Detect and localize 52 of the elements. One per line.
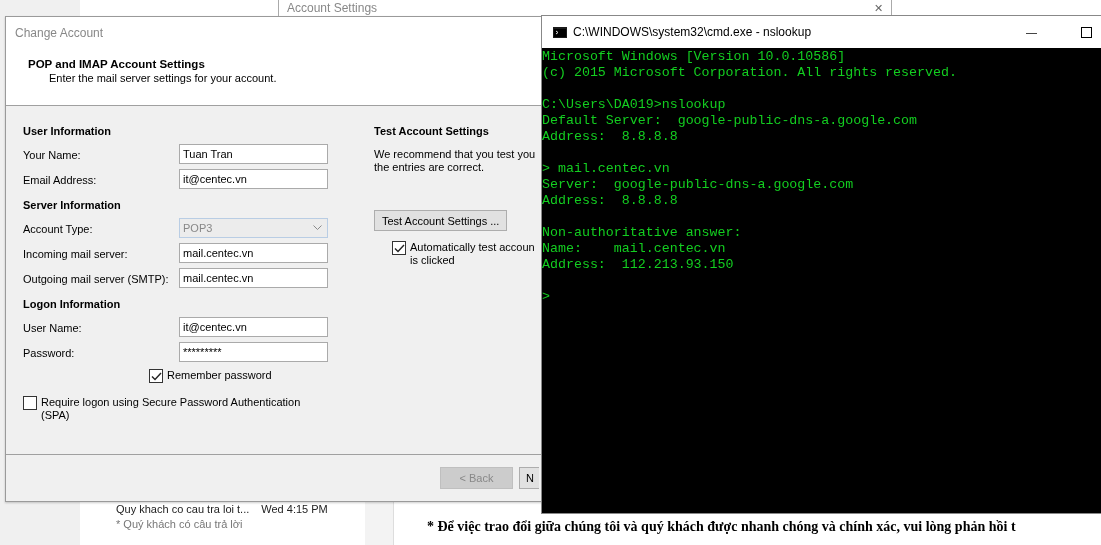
field-label: Your Name: (23, 148, 82, 161)
message-body-text: * Để việc trao đổi giữa chúng tôi và quý khách được nhanh chóng và chính xác, vui lòng phản hồi t (427, 519, 1016, 535)
console-line: Name: mail.centec.vn (542, 241, 727, 257)
checkbox-label: Require logon using Secure Password Authentication (SPA) (41, 396, 302, 422)
input-field[interactable]: Tuan Tran (179, 144, 328, 164)
checkbox[interactable] (23, 396, 37, 410)
field-label: Password: (23, 346, 76, 359)
console-line: (c) 2015 Microsoft Corporation. All rights reserved. (542, 65, 958, 81)
console-icon (553, 26, 567, 38)
test-description: We recommend that you test you the entries are correct. (374, 148, 536, 174)
minimize-button[interactable]: — (1026, 26, 1037, 38)
dialog-button[interactable]: N (519, 467, 539, 489)
section-heading: Logon Information (23, 297, 122, 312)
checkbox[interactable] (149, 369, 163, 383)
field-label: Account Type: (23, 222, 94, 235)
input-field[interactable]: it@centec.vn (179, 169, 328, 189)
console-line: > mail.centec.vn (542, 161, 671, 177)
mail-time: Wed 4:15 PM (261, 503, 328, 515)
console-line: Address: 112.213.93.150 (542, 257, 735, 273)
input-field[interactable]: mail.centec.vn (179, 268, 328, 288)
console-line: Default Server: google-public-dns-a.google.com (542, 113, 919, 129)
window-title: Change Account (15, 26, 104, 40)
field-label: Outgoing mail server (SMTP): (23, 272, 170, 285)
mail-preview: * Quý khách có câu trả lời (116, 518, 244, 530)
field-label: Incoming mail server: (23, 247, 129, 260)
input-field[interactable]: mail.centec.vn (179, 243, 328, 263)
field-label: User Name: (23, 321, 83, 334)
dialog-heading: POP and IMAP Account Settings (28, 58, 205, 70)
checkbox[interactable] (392, 241, 406, 255)
console-line: C:\Users\DA019>nslookup (542, 97, 727, 113)
maximize-button[interactable] (1081, 26, 1092, 38)
input-field[interactable]: it@centec.vn (179, 317, 328, 337)
console-line: Server: google-public-dns-a.google.com (542, 177, 855, 193)
password-field[interactable]: ********* (179, 342, 328, 362)
close-button[interactable]: ✕ (874, 2, 883, 14)
mail-subject: Quy khach co cau tra loi t... (116, 503, 250, 515)
checkbox-label: Automatically test accoun is clicked (410, 241, 535, 267)
checkbox-label: Remember password (167, 369, 272, 381)
console-line: Non-authoritative answer: (542, 225, 743, 241)
field-label: Email Address: (23, 173, 98, 186)
window-title: C:\WINDOWS\system32\cmd.exe - nslookup (573, 25, 812, 39)
section-heading: Server Information (23, 198, 122, 213)
chevron-down-icon (313, 225, 322, 231)
console-line: Microsoft Windows [Version 10.0.10586] (542, 49, 847, 65)
test-account-settings-button[interactable]: Test Account Settings ... (374, 210, 508, 231)
window-title: Account Settings (287, 1, 378, 15)
console-line: > (542, 289, 551, 305)
section-heading: User Information (23, 124, 112, 139)
section-heading: Test Account Settings (374, 124, 490, 139)
dialog-subtitle: Enter the mail server settings for your account. (49, 72, 277, 84)
console-line: Address: 8.8.8.8 (542, 193, 679, 209)
console-line: Address: 8.8.8.8 (542, 129, 679, 145)
